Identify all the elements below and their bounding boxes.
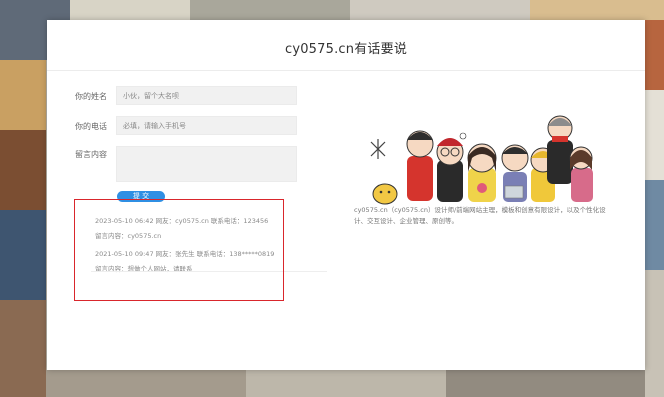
site-description: cy0575.cn（cy0575.cn）设计师/前端网站主理，模板和创意有限设计… <box>354 206 606 225</box>
snowflake-icon <box>370 139 386 159</box>
name-label: 你的姓名 <box>75 92 107 101</box>
title-divider <box>47 70 645 71</box>
message-label: 留言内容 <box>75 150 107 159</box>
message-textarea[interactable] <box>116 146 297 182</box>
phone-label: 你的电话 <box>75 122 107 131</box>
people-illustration <box>370 115 593 205</box>
name-input[interactable]: 小伙，留个大名呗 <box>116 86 297 105</box>
highlight-box <box>74 199 284 301</box>
page-title: cy0575.cn有话要说 <box>284 42 408 57</box>
phone-input[interactable]: 必填，请输入手机号 <box>116 116 297 135</box>
message-card: cy0575.cn有话要说 你的姓名 小伙，留个大名呗 你的电话 必填，请输入手… <box>47 20 645 370</box>
